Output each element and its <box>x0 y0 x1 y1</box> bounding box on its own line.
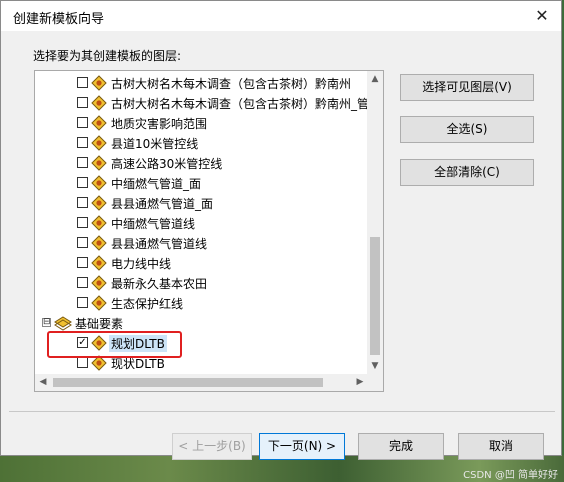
feature-layer-icon <box>91 155 107 171</box>
feature-layer-icon <box>91 295 107 311</box>
close-button[interactable]: ✕ <box>529 3 555 29</box>
layer-checkbox[interactable] <box>77 97 88 108</box>
layer-row[interactable]: 中缅燃气管道线 <box>35 213 369 233</box>
collapse-icon[interactable]: ⊟ <box>42 318 51 327</box>
select-visible-layers-button[interactable]: 选择可见图层(V) <box>400 74 534 101</box>
feature-layer-icon <box>91 215 107 231</box>
layer-checkbox[interactable] <box>77 197 88 208</box>
vertical-scrollbar[interactable]: ▲ ▼ <box>367 71 383 374</box>
layer-checkbox[interactable] <box>77 217 88 228</box>
layer-label: 高速公路30米管控线 <box>111 157 223 171</box>
select-all-button[interactable]: 全选(S) <box>400 116 534 143</box>
layer-row[interactable]: 最新永久基本农田 <box>35 273 369 293</box>
layer-checkbox[interactable] <box>77 177 88 188</box>
layer-row[interactable]: 古树大树名木每木调查（包含古茶树）黔南州 <box>35 73 369 93</box>
layer-row[interactable]: 古树大树名木每木调查（包含古茶树）黔南州_管: <box>35 93 373 113</box>
layer-checkbox[interactable] <box>77 357 88 368</box>
layer-checkbox[interactable] <box>77 257 88 268</box>
layer-checkbox[interactable] <box>77 137 88 148</box>
scroll-down-arrow-icon[interactable]: ▼ <box>367 358 383 374</box>
layer-row[interactable]: 中缅燃气管道_面 <box>35 173 369 193</box>
layer-row[interactable]: 县县通燃气管道线 <box>35 233 369 253</box>
layer-row[interactable]: 高速公路30米管控线 <box>35 153 369 173</box>
layer-checkbox[interactable] <box>77 117 88 128</box>
red-highlight-annotation <box>47 331 182 358</box>
create-template-wizard-dialog: 创建新模板向导 ✕ 选择要为其创建模板的图层: 古树大树名木每木调查（包含古茶树… <box>0 0 562 460</box>
layer-checkbox[interactable] <box>77 157 88 168</box>
group-row-basic-elements[interactable]: ⊟ 基础要素 <box>35 313 369 333</box>
watermark-text: CSDN @凹 简单好好 <box>463 470 558 481</box>
feature-layer-icon <box>91 195 107 211</box>
layer-label: 生态保护红线 <box>111 297 184 311</box>
layer-selection-prompt: 选择要为其创建模板的图层: <box>33 49 182 63</box>
window-title: 创建新模板向导 <box>13 12 105 27</box>
layer-label: 县县通燃气管道_面 <box>111 197 214 211</box>
back-button[interactable]: < 上一步(B) <box>172 433 252 460</box>
horizontal-scrollbar[interactable]: ◀ ▶ <box>35 374 368 391</box>
layer-row[interactable]: 地质灾害影响范围 <box>35 113 369 133</box>
scroll-up-arrow-icon[interactable]: ▲ <box>367 71 383 87</box>
vertical-scroll-thumb[interactable] <box>370 237 380 355</box>
layer-label: 地质灾害影响范围 <box>111 117 208 131</box>
feature-layer-icon <box>91 255 107 271</box>
group-layer-icon <box>54 315 72 331</box>
cancel-button[interactable]: 取消 <box>458 433 544 460</box>
feature-layer-icon <box>91 95 107 111</box>
finish-button[interactable]: 完成 <box>358 433 444 460</box>
layer-checkbox[interactable] <box>77 277 88 288</box>
feature-layer-icon <box>91 115 107 131</box>
layer-row[interactable]: 县道10米管控线 <box>35 133 369 153</box>
layer-row[interactable]: 生态保护红线 <box>35 293 369 313</box>
layer-label: 古树大树名木每木调查（包含古茶树）黔南州_管: <box>111 97 374 111</box>
layer-label: 电力线中线 <box>111 257 172 271</box>
layer-checkbox[interactable] <box>77 77 88 88</box>
feature-layer-icon <box>91 275 107 291</box>
scrollbar-corner <box>367 374 383 391</box>
layer-label: 中缅燃气管道线 <box>111 217 196 231</box>
feature-layer-icon <box>91 75 107 91</box>
layer-label: 县县通燃气管道线 <box>111 237 208 251</box>
feature-layer-icon <box>91 235 107 251</box>
layer-label: 古树大树名木每木调查（包含古茶树）黔南州 <box>111 77 352 91</box>
layer-checkbox[interactable] <box>77 297 88 308</box>
layer-checkbox[interactable] <box>77 237 88 248</box>
layer-row[interactable]: 县县通燃气管道_面 <box>35 193 369 213</box>
feature-layer-icon <box>91 175 107 191</box>
layer-label: 县道10米管控线 <box>111 137 199 151</box>
layer-label: 中缅燃气管道_面 <box>111 177 202 191</box>
feature-layer-icon <box>91 135 107 151</box>
next-button[interactable]: 下一页(N) > <box>259 433 345 460</box>
clear-all-button[interactable]: 全部清除(C) <box>400 159 534 186</box>
scroll-left-arrow-icon[interactable]: ◀ <box>35 374 51 391</box>
scroll-right-arrow-icon[interactable]: ▶ <box>352 374 368 391</box>
layer-row[interactable]: 电力线中线 <box>35 253 369 273</box>
footer-divider <box>9 411 555 412</box>
group-label: 基础要素 <box>75 317 124 331</box>
layer-label: 最新永久基本农田 <box>111 277 208 291</box>
horizontal-scroll-thumb[interactable] <box>53 378 323 387</box>
title-bar: 创建新模板向导 ✕ <box>1 1 561 31</box>
